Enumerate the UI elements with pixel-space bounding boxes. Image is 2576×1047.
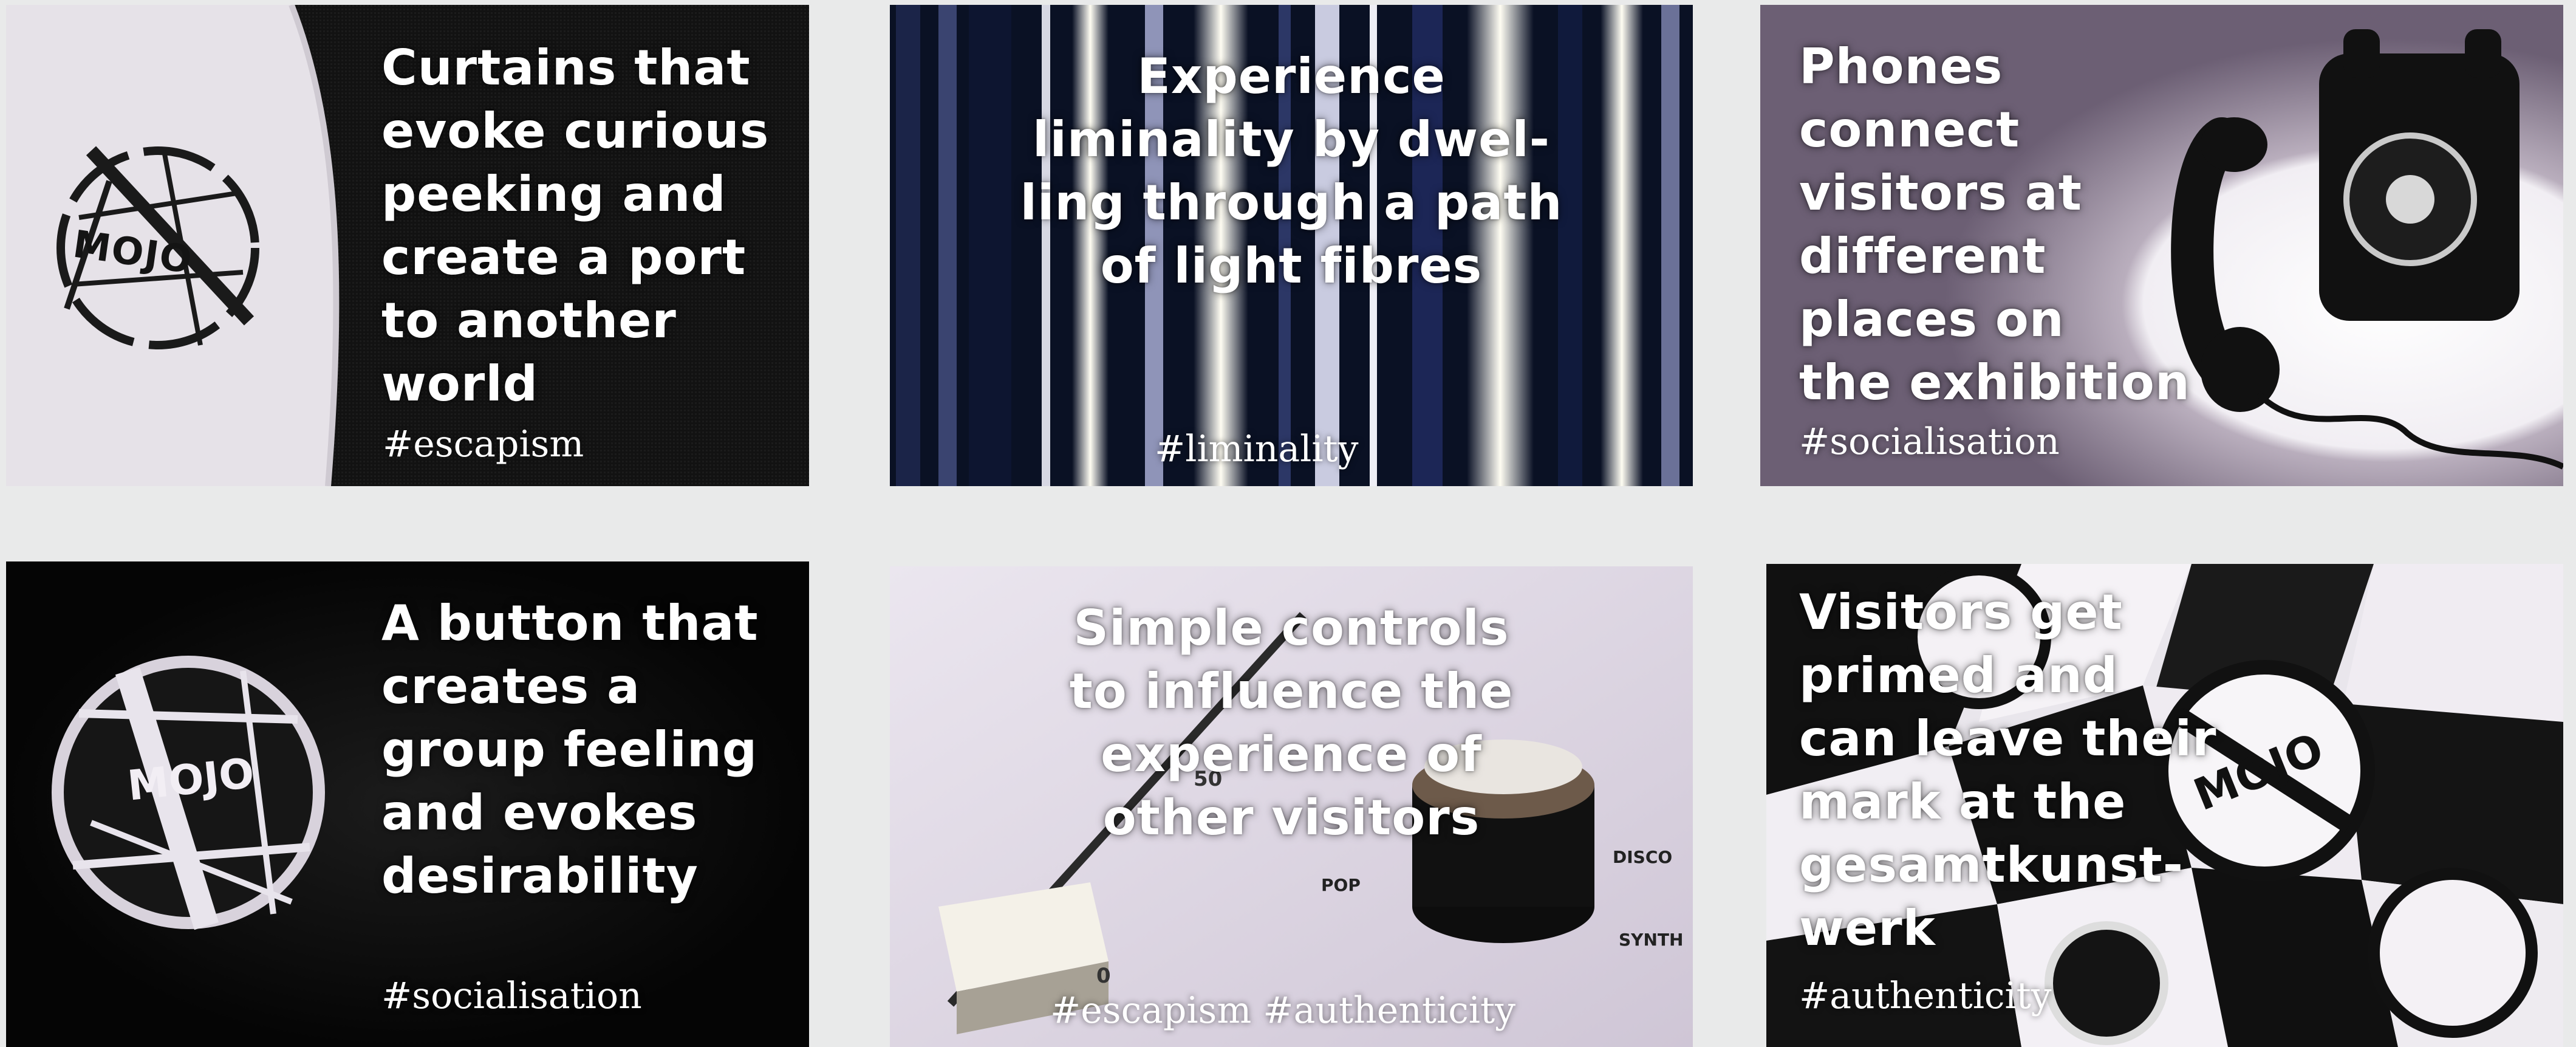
card-headline: Phones connect visitors at different pla…	[1799, 38, 2190, 411]
mojo-logo: MOJO	[55, 139, 261, 351]
card-hashtag: #liminality	[1155, 428, 1359, 470]
card-hashtag: #socialisation	[1799, 421, 2060, 463]
card-hashtag: #socialisation	[381, 975, 642, 1017]
knob-label-disco: DISCO	[1613, 847, 1673, 867]
card-curtains[interactable]: MOJO Curtains that evoke curious peeking…	[6, 5, 809, 486]
card-controls[interactable]: POP DISCO SYNTH 50 0 Simple controls to …	[890, 566, 1693, 1047]
card-headline: Experience liminality by dwel- ling thro…	[1020, 48, 1563, 294]
card-headline: Visitors get primed and can leave their …	[1799, 584, 2217, 956]
card-hashtag: #escapism	[383, 423, 584, 465]
card-phones[interactable]: Phones connect visitors at different pla…	[1760, 5, 2563, 486]
card-headline: A button that creates a group feeling an…	[381, 595, 759, 904]
card-light-fibres[interactable]: Experience liminality by dwel- ling thro…	[890, 5, 1693, 486]
card-headline: Curtains that evoke curious peeking and …	[381, 39, 770, 412]
card-button[interactable]: MOJO A button that creates a group feeli…	[6, 561, 809, 1047]
card-headline: Simple controls to influence the experie…	[1069, 600, 1514, 846]
card-hashtag: #escapism #authenticity	[1050, 989, 1515, 1032]
knob-label-pop: POP	[1321, 875, 1361, 895]
knob-label-synth: SYNTH	[1619, 930, 1684, 950]
slider-label-zero: 0	[1096, 964, 1111, 988]
card-hashtag: #authenticity	[1799, 975, 2052, 1017]
card-stickers[interactable]: MOJO Visitors get primed and can leave t…	[1766, 564, 2563, 1047]
